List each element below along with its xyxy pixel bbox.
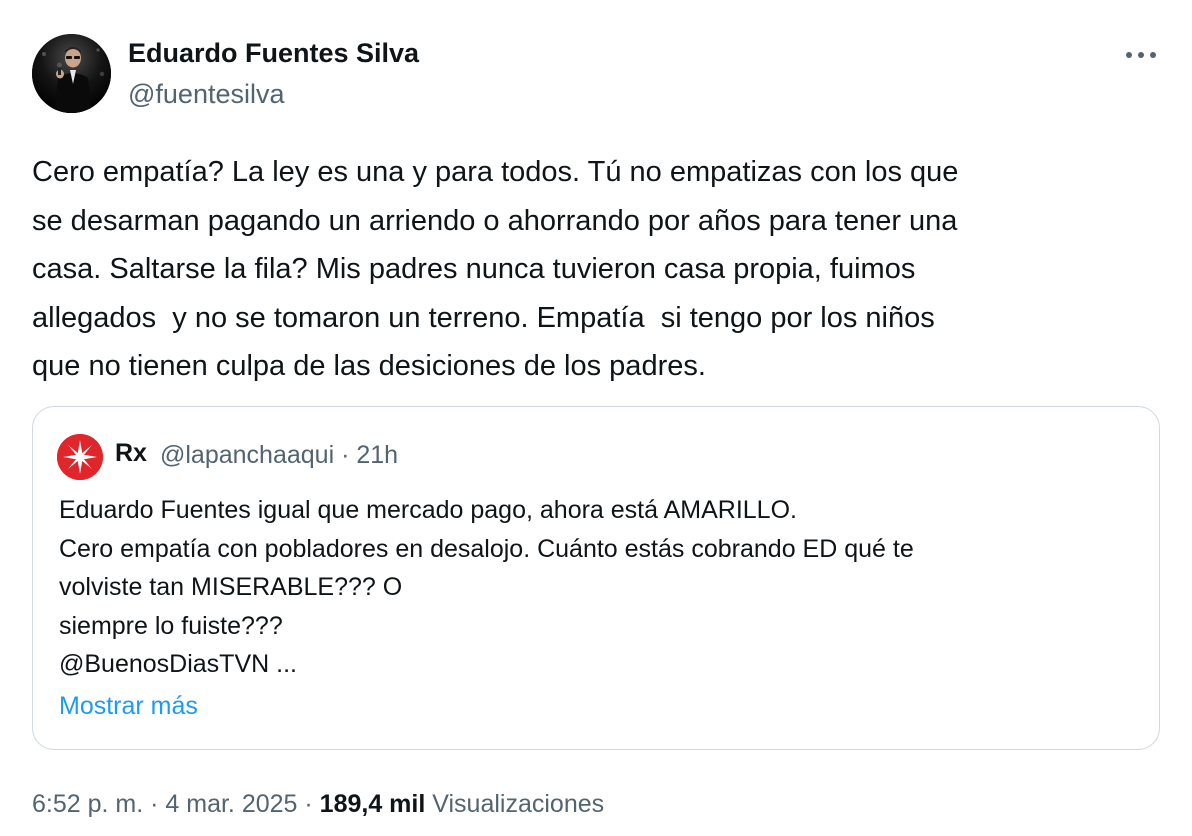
tweet-date[interactable]: 4 mar. 2025	[165, 790, 297, 818]
tweet-time[interactable]: 6:52 p. m.	[32, 790, 143, 818]
quote-author-name[interactable]: Rx	[115, 439, 147, 468]
footer-separator: ·	[304, 790, 313, 818]
views-label: Visualizaciones	[432, 790, 605, 818]
quote-text: Eduardo Fuentes igual que mercado pago, …	[59, 496, 914, 678]
quote-author-handle[interactable]: @lapanchaaqui	[160, 441, 334, 469]
star-burst-icon	[57, 434, 103, 480]
author-name[interactable]: Eduardo Fuentes Silva	[128, 38, 419, 69]
author-avatar-image	[32, 34, 111, 113]
quoted-tweet-card[interactable]: Rx @lapanchaaqui · 21h Eduardo Fuentes i…	[32, 406, 1160, 750]
views-count: 189,4 mil	[319, 790, 426, 818]
more-options-button[interactable]	[1120, 40, 1162, 70]
quote-time[interactable]: 21h	[356, 441, 398, 469]
author-handle[interactable]: @fuentesilva	[128, 79, 285, 110]
quote-meta-separator: ·	[341, 441, 350, 469]
tweet-footer: 6:52 p. m. · 4 mar. 2025 · 189,4 mil Vis…	[32, 790, 604, 819]
author-avatar[interactable]	[32, 34, 111, 113]
footer-separator: ·	[150, 790, 159, 818]
more-dots-icon	[1126, 52, 1156, 58]
quote-meta: @lapanchaaqui · 21h	[160, 441, 398, 470]
show-more-link[interactable]: Mostrar más	[59, 692, 198, 721]
tweet: Eduardo Fuentes Silva @fuentesilva Cero …	[0, 0, 1192, 836]
quote-author-avatar[interactable]	[57, 434, 103, 480]
tweet-text: Cero empatía? La ley es una y para todos…	[32, 156, 959, 382]
